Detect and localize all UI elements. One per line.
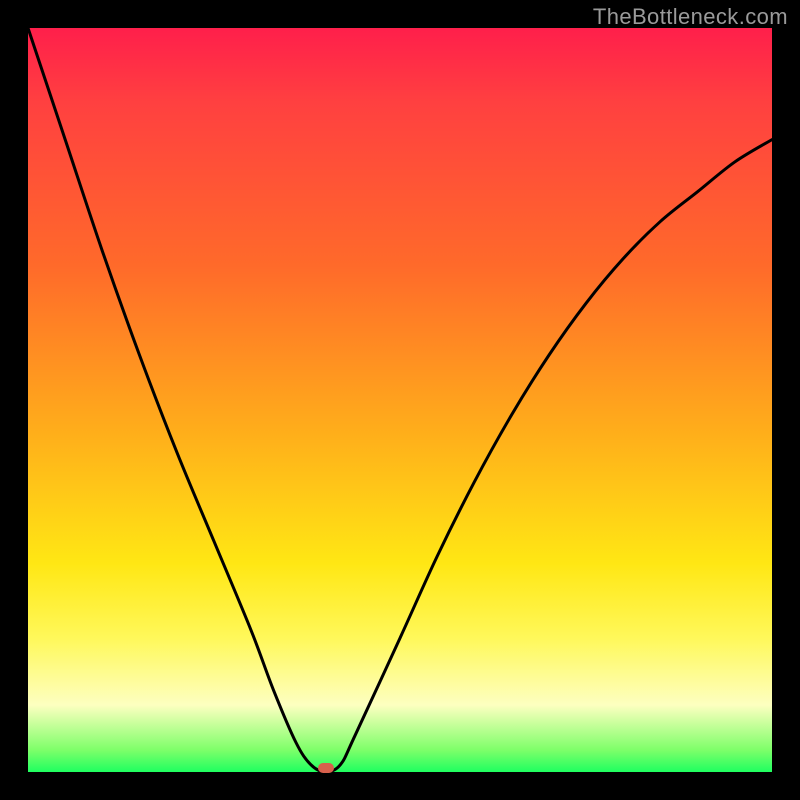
plot-area — [28, 28, 772, 772]
bottleneck-curve — [28, 28, 772, 772]
watermark-text: TheBottleneck.com — [593, 4, 788, 30]
chart-frame: TheBottleneck.com — [0, 0, 800, 800]
minimum-marker — [318, 763, 334, 773]
